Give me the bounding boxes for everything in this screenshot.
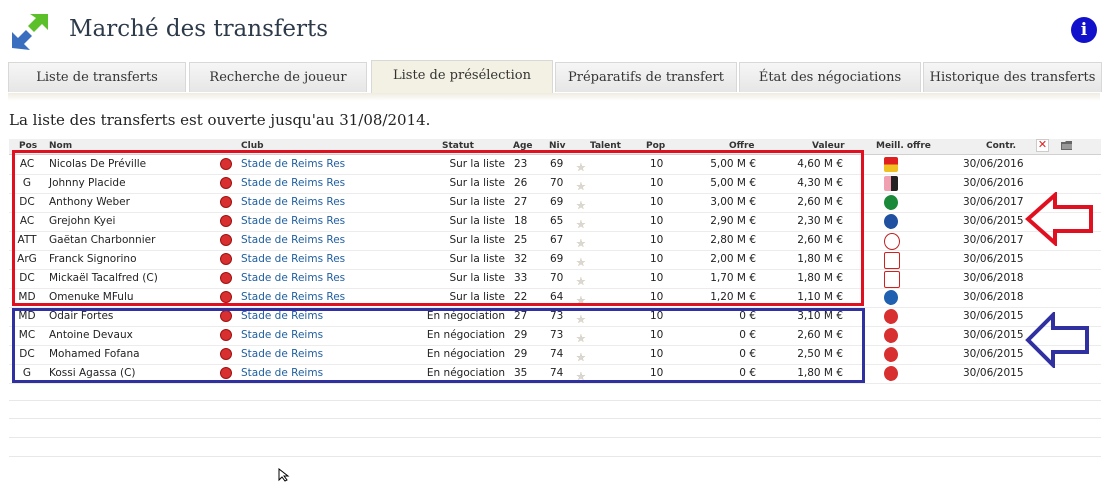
birmingham-crest-icon [884, 214, 898, 229]
contract-cell: 30/06/2017 [963, 234, 1024, 246]
palermo-crest-icon [884, 176, 898, 191]
red-left-arrow-icon [1025, 192, 1093, 246]
schalke-crest-icon [884, 290, 898, 305]
tab-recherche-joueur[interactable]: Recherche de joueur [189, 62, 367, 92]
contract-cell: 30/06/2016 [963, 158, 1024, 170]
koln-crest-icon [884, 252, 900, 269]
table-divider [9, 418, 1101, 419]
reims-crest-icon [884, 347, 898, 362]
contract-cell: 30/06/2018 [963, 291, 1024, 303]
remove-icon[interactable]: ✕ [1036, 139, 1049, 152]
koln-crest-icon [884, 271, 900, 288]
red-highlight-box [12, 150, 864, 306]
reims-crest-icon [884, 328, 898, 343]
tab-historique-transferts[interactable]: Historique des transferts [923, 62, 1102, 92]
table-divider [9, 437, 1101, 438]
col-contr[interactable]: Contr. [986, 141, 1016, 151]
transfer-window-notice: La liste des transferts est ouverte jusq… [9, 111, 431, 129]
tab-liste-transferts[interactable]: Liste de transferts [8, 62, 186, 92]
redbull-crest-icon [884, 233, 900, 250]
transfer-arrows-icon [12, 14, 48, 50]
contract-cell: 30/06/2016 [963, 177, 1024, 189]
title-bar: Marché des transferts i [0, 0, 1109, 58]
tab-bar: Liste de transferts Recherche de joueur … [8, 60, 1102, 95]
tab-liste-preselection[interactable]: Liste de présélection [371, 60, 553, 95]
contract-cell: 30/06/2015 [963, 215, 1024, 227]
contract-cell: 30/06/2015 [963, 310, 1024, 322]
celtic-crest-icon [884, 195, 898, 210]
page-title: Marché des transferts [69, 16, 329, 42]
table-divider [9, 456, 1101, 457]
info-button[interactable]: i [1071, 17, 1097, 43]
contract-cell: 30/06/2017 [963, 196, 1024, 208]
tab-underline [8, 93, 1100, 101]
table-divider [9, 400, 1101, 401]
reims-crest-icon [884, 309, 898, 324]
blue-highlight-box [12, 308, 865, 383]
contract-cell: 30/06/2015 [963, 348, 1024, 360]
tab-preparatifs-transfert[interactable]: Préparatifs de transfert [555, 62, 737, 92]
rc-lens-crest-icon [884, 157, 898, 172]
folder-icon[interactable] [1061, 140, 1073, 150]
contract-cell: 30/06/2015 [963, 367, 1024, 379]
col-meill-offre[interactable]: Meill. offre [876, 141, 931, 151]
blue-left-arrow-icon [1025, 312, 1089, 368]
reims-crest-icon [884, 366, 898, 381]
contract-cell: 30/06/2015 [963, 329, 1024, 341]
contract-cell: 30/06/2015 [963, 253, 1024, 265]
contract-cell: 30/06/2018 [963, 272, 1024, 284]
tab-etat-negociations[interactable]: État des négociations [739, 62, 921, 92]
